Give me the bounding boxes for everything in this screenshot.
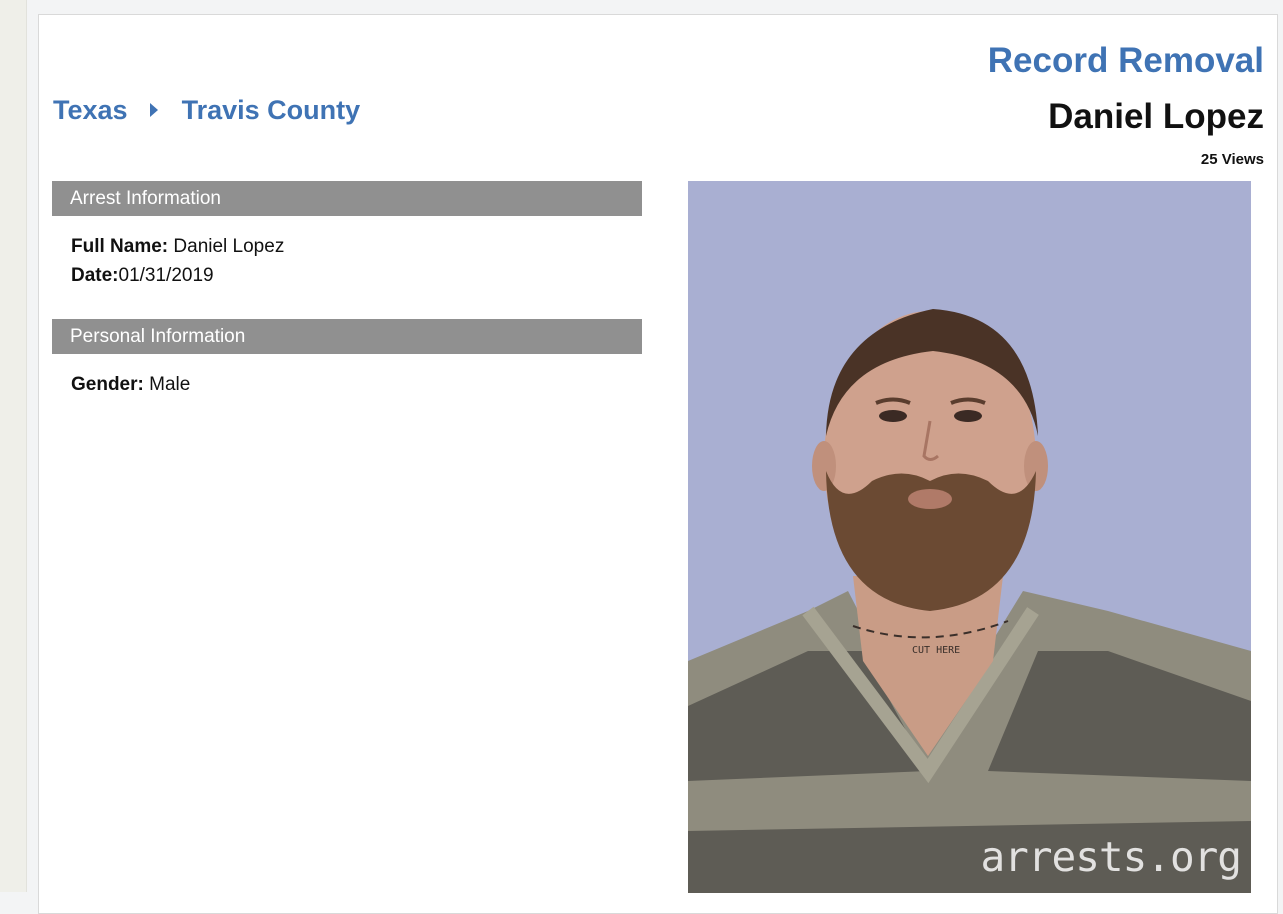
- mugshot-photo: CUT HERE arrests.org: [688, 181, 1251, 893]
- arrest-information-header: Arrest Information: [52, 181, 642, 216]
- full-name-value: Daniel Lopez: [168, 236, 285, 257]
- record-removal-link[interactable]: Record Removal: [988, 41, 1264, 81]
- gender-value: Male: [143, 374, 191, 395]
- gender-label: Gender:: [71, 374, 144, 395]
- left-rail: [0, 0, 27, 892]
- date-label: Date:: [71, 265, 119, 286]
- views-count: 25 Views: [1200, 151, 1264, 168]
- mugshot-illustration: CUT HERE: [688, 181, 1251, 893]
- caret-right-icon: [149, 102, 158, 117]
- personal-information-header: Personal Information: [52, 319, 642, 354]
- page-title: Daniel Lopez: [1048, 97, 1264, 136]
- date-row: Date:01/31/2019: [71, 265, 214, 287]
- gender-row: Gender: Male: [71, 374, 190, 396]
- breadcrumb-county-link[interactable]: Travis County: [182, 95, 361, 126]
- neck-tattoo-text: CUT HERE: [912, 645, 960, 656]
- watermark-text: arrests.org: [980, 833, 1242, 881]
- breadcrumb-state-link[interactable]: Texas: [53, 95, 128, 126]
- full-name-row: Full Name: Daniel Lopez: [71, 236, 284, 258]
- record-panel: Texas Travis County Record Removal Danie…: [38, 14, 1278, 914]
- breadcrumb: Texas Travis County: [53, 95, 360, 126]
- date-value: 01/31/2019: [118, 265, 214, 286]
- full-name-label: Full Name:: [71, 236, 169, 257]
